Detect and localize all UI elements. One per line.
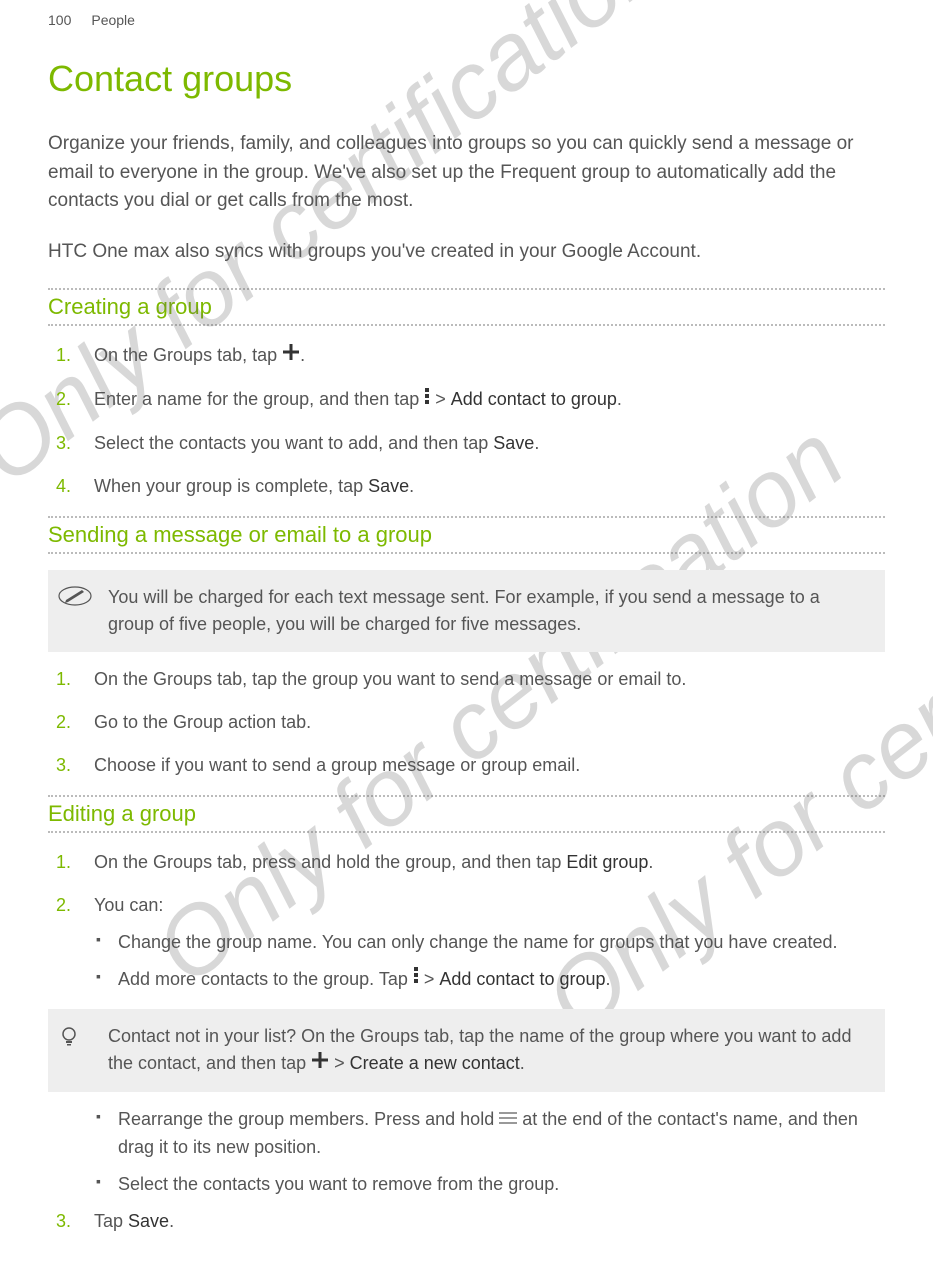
editing-steps-cont: Tap Save. bbox=[48, 1208, 885, 1235]
section-divider: Creating a group bbox=[48, 288, 885, 326]
info-text-bold: Create a new contact bbox=[350, 1053, 520, 1073]
step-item: On the Groups tab, tap the group you wan… bbox=[94, 666, 885, 693]
tip-text: You will be charged for each text messag… bbox=[108, 587, 820, 634]
bullet-text: > bbox=[419, 969, 440, 989]
bullet-item: Add more contacts to the group. Tap > Ad… bbox=[118, 966, 885, 994]
page-title: Contact groups bbox=[48, 58, 885, 100]
bullet-item: Select the contacts you want to remove f… bbox=[118, 1171, 885, 1198]
step-text: Enter a name for the group, and then tap bbox=[94, 389, 424, 409]
step-text: . bbox=[409, 476, 414, 496]
creating-steps: On the Groups tab, tap . Enter a name fo… bbox=[48, 342, 885, 500]
step-item: Choose if you want to send a group messa… bbox=[94, 752, 885, 779]
step-item: Tap Save. bbox=[94, 1208, 885, 1235]
step-item: You can: Change the group name. You can … bbox=[94, 892, 885, 994]
bullet-item: Rearrange the group members. Press and h… bbox=[118, 1106, 885, 1161]
step-text-bold: Save bbox=[368, 476, 409, 496]
step-item: When your group is complete, tap Save. bbox=[94, 473, 885, 500]
section-heading: Creating a group bbox=[48, 294, 885, 320]
step-text: . bbox=[617, 389, 622, 409]
section-heading: Sending a message or email to a group bbox=[48, 522, 885, 548]
intro-paragraph: Organize your friends, family, and colle… bbox=[48, 130, 885, 216]
step-item: On the Groups tab, tap . bbox=[94, 342, 885, 370]
info-callout: Contact not in your list? On the Groups … bbox=[48, 1009, 885, 1092]
step-text: . bbox=[648, 852, 653, 872]
intro-paragraph: HTC One max also syncs with groups you'v… bbox=[48, 238, 885, 267]
step-text: . bbox=[169, 1211, 174, 1231]
section-divider: Sending a message or email to a group bbox=[48, 516, 885, 554]
plus-icon bbox=[311, 1050, 329, 1077]
editing-continued: Rearrange the group members. Press and h… bbox=[48, 1106, 885, 1198]
drag-handle-icon bbox=[499, 1106, 517, 1133]
step-item: Enter a name for the group, and then tap… bbox=[94, 386, 885, 414]
bullet-text: Rearrange the group members. Press and h… bbox=[118, 1109, 499, 1129]
section-divider: Editing a group bbox=[48, 795, 885, 833]
step-item: Select the contacts you want to add, and… bbox=[94, 430, 885, 457]
step-text: . bbox=[300, 345, 305, 365]
intro-block: Organize your friends, family, and colle… bbox=[48, 130, 885, 266]
overflow-menu-icon bbox=[413, 965, 419, 992]
page-header: 100 People bbox=[48, 0, 885, 58]
step-text: On the Groups tab, press and hold the gr… bbox=[94, 852, 566, 872]
bullet-item: Change the group name. You can only chan… bbox=[118, 929, 885, 956]
step-text: On the Groups tab, tap bbox=[94, 345, 282, 365]
step-text-bold: Edit group bbox=[566, 852, 648, 872]
sub-bullets: Change the group name. You can only chan… bbox=[94, 929, 885, 994]
step-text-bold: Save bbox=[493, 433, 534, 453]
tip-callout: You will be charged for each text messag… bbox=[48, 570, 885, 652]
step-item: Go to the Group action tab. bbox=[94, 709, 885, 736]
section-title: People bbox=[91, 12, 135, 28]
bullet-text: Add more contacts to the group. Tap bbox=[118, 969, 413, 989]
sub-bullets: Rearrange the group members. Press and h… bbox=[94, 1106, 885, 1198]
step-text: . bbox=[534, 433, 539, 453]
section-heading: Editing a group bbox=[48, 801, 885, 827]
lightbulb-icon bbox=[58, 1025, 80, 1055]
pencil-icon bbox=[58, 586, 92, 614]
sending-steps: On the Groups tab, tap the group you wan… bbox=[48, 666, 885, 779]
overflow-menu-icon bbox=[424, 386, 430, 413]
editing-steps: On the Groups tab, press and hold the gr… bbox=[48, 849, 885, 994]
step-text: > bbox=[430, 389, 451, 409]
step-text: Tap bbox=[94, 1211, 128, 1231]
bullet-text-bold: Add contact to group bbox=[439, 969, 605, 989]
step-text-bold: Save bbox=[128, 1211, 169, 1231]
step-text-bold: Add contact to group bbox=[451, 389, 617, 409]
info-text: > bbox=[329, 1053, 350, 1073]
bullet-text: . bbox=[606, 969, 611, 989]
step-text: You can: bbox=[94, 895, 163, 915]
page-number: 100 bbox=[48, 12, 71, 28]
plus-icon bbox=[282, 342, 300, 369]
info-text: . bbox=[520, 1053, 525, 1073]
step-text: Select the contacts you want to add, and… bbox=[94, 433, 493, 453]
step-text: When your group is complete, tap bbox=[94, 476, 368, 496]
step-item: On the Groups tab, press and hold the gr… bbox=[94, 849, 885, 876]
